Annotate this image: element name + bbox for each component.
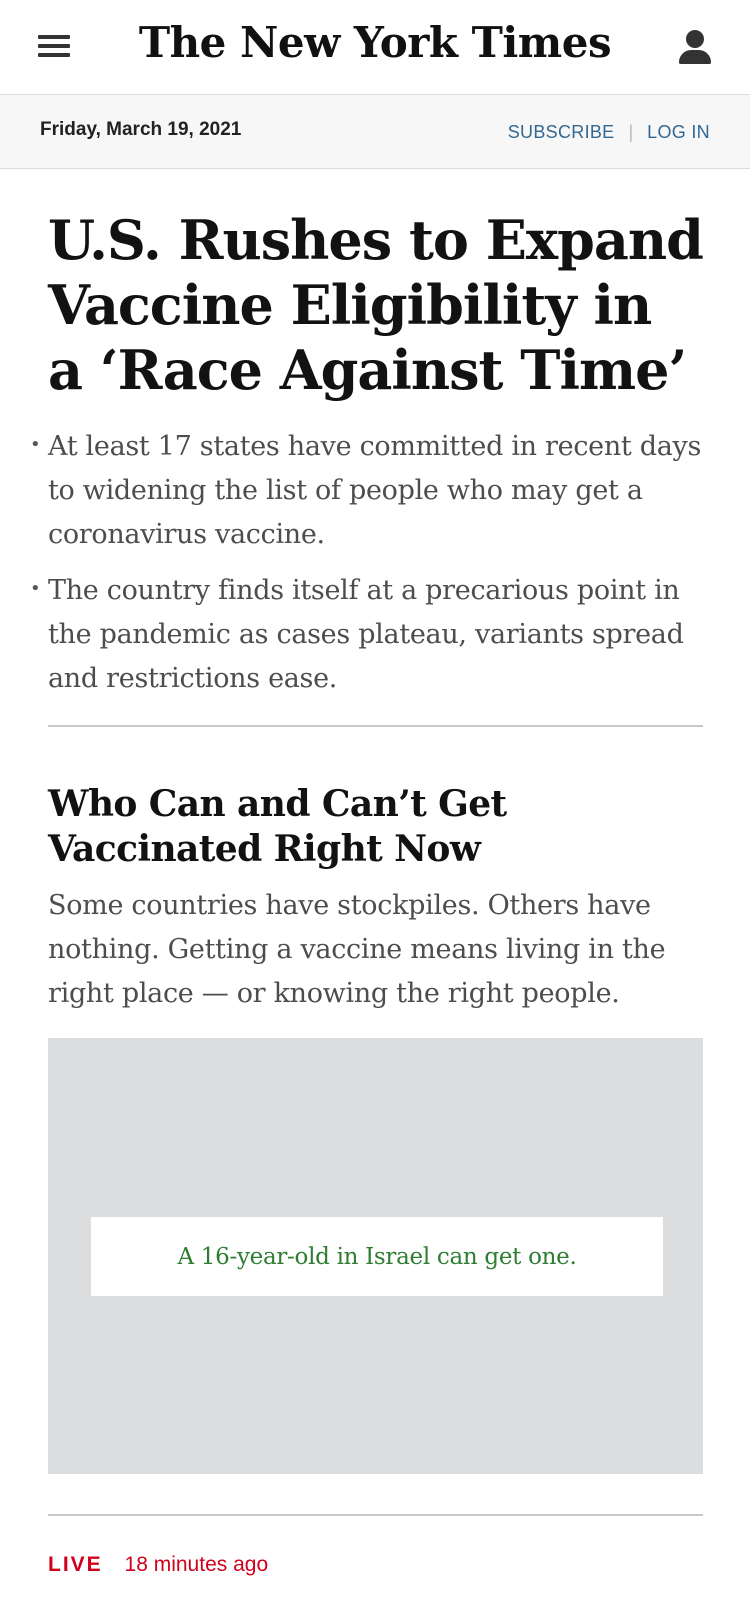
live-badge: LIVE (48, 1553, 103, 1576)
site-header: The New York Times (0, 0, 750, 95)
current-date: Friday, March 19, 2021 (40, 119, 242, 140)
lead-story-headline[interactable]: U.S. Rushes to Expand Vaccine Eligibilit… (48, 208, 704, 403)
auth-links: SUBSCRIBE | LOG IN (508, 122, 710, 143)
media-caption-card: A 16-year-old in Israel can get one. (91, 1217, 663, 1296)
summary-bullet[interactable]: At least 17 states have committed in rec… (30, 423, 703, 557)
second-story: Who Can and Can’t Get Vaccinated Right N… (48, 782, 708, 1016)
section-divider (48, 725, 703, 727)
subscribe-link[interactable]: SUBSCRIBE (508, 122, 615, 142)
second-story-summary[interactable]: Some countries have stockpiles. Others h… (48, 884, 708, 1016)
lead-story: U.S. Rushes to Expand Vaccine Eligibilit… (30, 208, 704, 713)
media-caption: A 16-year-old in Israel can get one. (177, 1243, 577, 1270)
story-media[interactable]: A 16-year-old in Israel can get one. (48, 1038, 703, 1474)
date-bar: Friday, March 19, 2021 SUBSCRIBE | LOG IN (0, 95, 750, 169)
section-divider (48, 1514, 703, 1516)
login-link[interactable]: LOG IN (647, 122, 710, 142)
live-timestamp: 18 minutes ago (124, 1553, 269, 1576)
auth-separator: | (628, 122, 634, 142)
lead-story-summary-list: At least 17 states have committed in rec… (30, 423, 703, 701)
user-account-icon[interactable] (678, 28, 712, 66)
live-update-row[interactable]: LIVE 18 minutes ago (48, 1553, 268, 1577)
summary-bullet[interactable]: The country finds itself at a precarious… (30, 567, 703, 701)
second-story-headline[interactable]: Who Can and Can’t Get Vaccinated Right N… (48, 782, 708, 872)
site-logo[interactable]: The New York Times (0, 18, 750, 67)
